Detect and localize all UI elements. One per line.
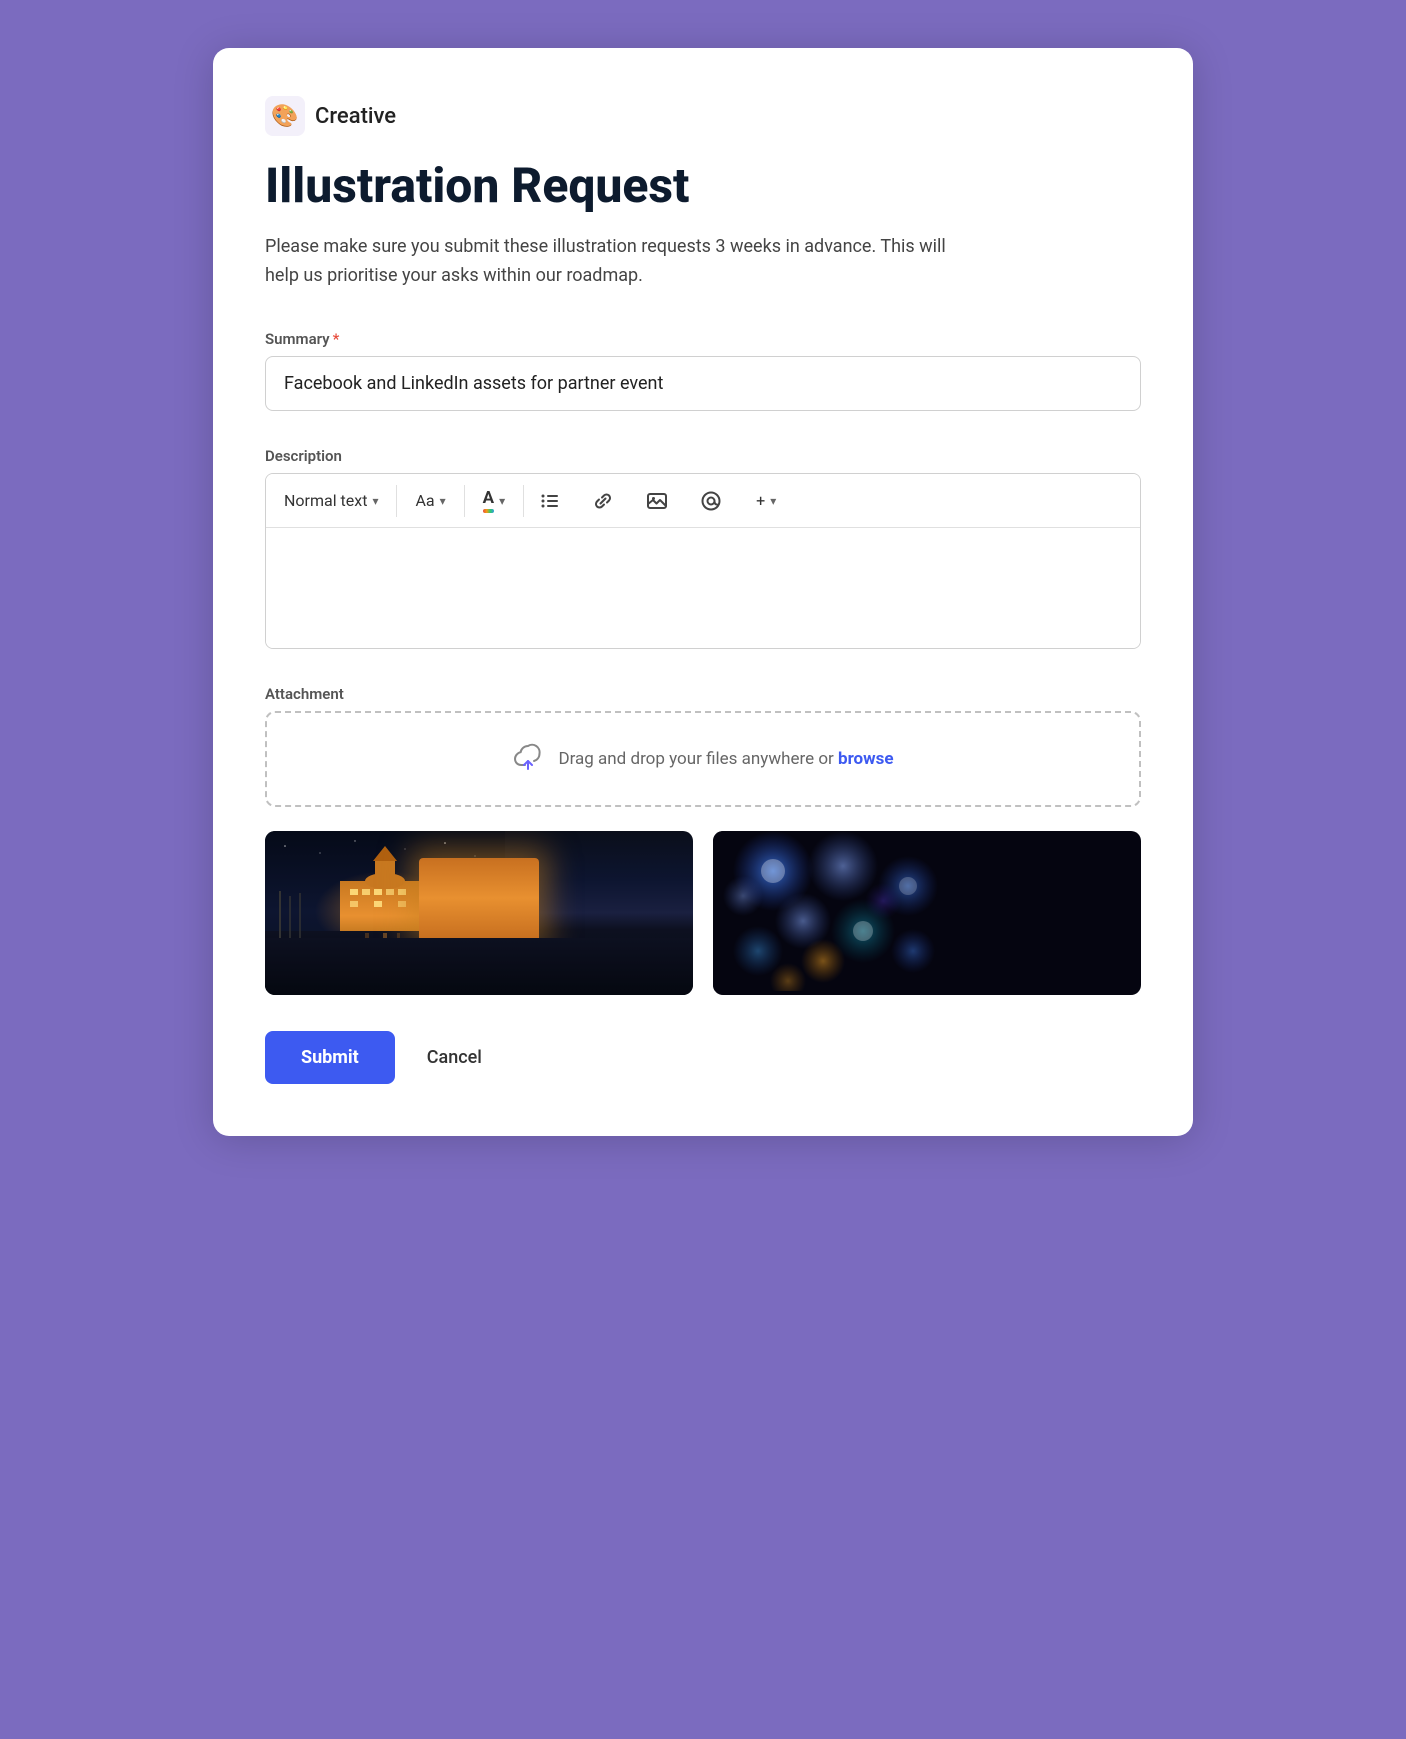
font-color-dropdown[interactable]: A ▾ [465, 474, 523, 527]
chevron-down-icon-3: ▾ [499, 494, 505, 508]
summary-input[interactable] [265, 356, 1141, 411]
link-icon [592, 490, 614, 512]
list-icon [540, 491, 560, 511]
editor-body[interactable] [266, 528, 1140, 648]
file-dropzone[interactable]: Drag and drop your files anywhere or bro… [265, 711, 1141, 807]
mention-icon [700, 490, 722, 512]
page-description: Please make sure you submit these illust… [265, 233, 965, 291]
brand-name: Creative [315, 104, 396, 129]
summary-label: Summary* [265, 330, 1141, 348]
browse-link[interactable]: browse [838, 749, 894, 769]
attachment-preview-2 [713, 831, 1141, 995]
attachment-label: Attachment [265, 685, 1141, 703]
more-options-dropdown[interactable]: + ▾ [738, 477, 794, 524]
description-field: Description Normal text ▾ Aa ▾ A ▾ [265, 447, 1141, 649]
font-size-dropdown[interactable]: Aa ▾ [397, 477, 463, 524]
required-indicator: * [333, 330, 340, 348]
description-label: Description [265, 447, 1141, 465]
chevron-down-icon-4: ▾ [770, 494, 776, 508]
list-button[interactable] [524, 477, 576, 525]
form-card: 🎨 Creative Illustration Request Please m… [213, 48, 1193, 1136]
attachment-preview-1 [265, 831, 693, 995]
color-a-icon: A [483, 488, 494, 513]
upload-cloud-icon [512, 741, 544, 777]
text-style-dropdown[interactable]: Normal text ▾ [266, 477, 396, 524]
dropzone-text: Drag and drop your files anywhere or bro… [558, 749, 893, 769]
actions-row: Submit Cancel [265, 1031, 1141, 1084]
editor-toolbar: Normal text ▾ Aa ▾ A ▾ [266, 474, 1140, 528]
brand-icon: 🎨 [265, 96, 305, 136]
brand-tag: 🎨 Creative [265, 96, 1141, 136]
chevron-down-icon-2: ▾ [440, 494, 446, 508]
link-button[interactable] [576, 476, 630, 526]
harbor-image [265, 831, 505, 991]
chevron-down-icon: ▾ [372, 494, 378, 508]
attachment-field: Attachment Drag and drop your files anyw… [265, 685, 1141, 995]
image-button[interactable] [630, 476, 684, 526]
summary-field: Summary* [265, 330, 1141, 447]
cancel-button[interactable]: Cancel [415, 1031, 494, 1084]
submit-button[interactable]: Submit [265, 1031, 395, 1084]
rich-text-editor[interactable]: Normal text ▾ Aa ▾ A ▾ [265, 473, 1141, 649]
image-previews [265, 831, 1141, 995]
image-icon [646, 490, 668, 512]
bokeh-image [713, 831, 953, 991]
page-title: Illustration Request [265, 160, 1141, 213]
mention-button[interactable] [684, 476, 738, 526]
